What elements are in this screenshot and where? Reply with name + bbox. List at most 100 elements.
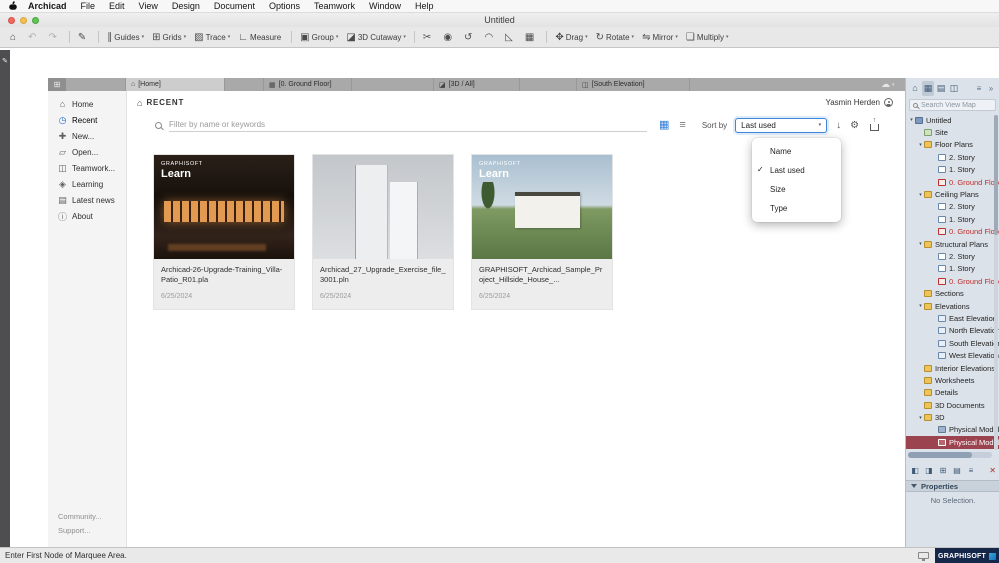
- toolbar-item[interactable]: [291, 31, 293, 43]
- expander-icon[interactable]: ▾: [917, 415, 924, 421]
- toolbar-item[interactable]: ↻ Rotate ▾: [592, 32, 638, 43]
- menu-item[interactable]: Design: [165, 0, 207, 13]
- view-map-item[interactable]: Sections: [906, 287, 999, 299]
- toolbar-item[interactable]: [546, 31, 548, 43]
- view-map-item[interactable]: Physical Model - F: [906, 436, 999, 449]
- menu-item[interactable]: Options: [262, 0, 307, 13]
- sort-direction-button[interactable]: ↓: [836, 120, 841, 131]
- navigator-action-icon[interactable]: ▤: [952, 463, 962, 478]
- view-map-search[interactable]: [909, 99, 996, 111]
- view-map-item[interactable]: ▾ Ceiling Plans: [906, 188, 999, 200]
- view-tab[interactable]: ⌂ [Home]: [125, 78, 225, 91]
- view-tab[interactable]: ◫ [South Elevation]: [576, 78, 690, 91]
- toolbar-item[interactable]: ◉: [439, 32, 460, 43]
- view-map-item[interactable]: Interior Elevations: [906, 362, 999, 374]
- expander-icon[interactable]: ▾: [908, 117, 915, 123]
- toolbar-item[interactable]: ▨ Trace ▾: [190, 32, 234, 43]
- view-tab[interactable]: ◪ [3D / All]: [433, 78, 520, 91]
- sort-menu-item[interactable]: Name: [752, 142, 841, 161]
- menu-item[interactable]: Document: [207, 0, 262, 13]
- navigator-action-icon[interactable]: ◧: [910, 463, 920, 478]
- grid-view-button[interactable]: ▦: [659, 120, 669, 131]
- menu-item[interactable]: Teamwork: [307, 0, 362, 13]
- toolbar-item[interactable]: ↶: [24, 32, 44, 43]
- expander-icon[interactable]: ▾: [917, 241, 924, 247]
- view-tab[interactable]: ▦ [0. Ground Floor]: [263, 78, 352, 91]
- sidebar-item[interactable]: ◷ Recent: [48, 112, 126, 128]
- toolbox-strip[interactable]: ✎: [0, 50, 10, 547]
- toolbar-item[interactable]: ❏ Multiply ▾: [682, 32, 733, 43]
- navigator-action-icon[interactable]: ≡: [966, 463, 976, 478]
- sort-menu-item[interactable]: Size: [752, 180, 841, 199]
- toolbar-item[interactable]: ↷: [44, 32, 64, 43]
- toolbar-item[interactable]: ∥ Guides ▾: [103, 32, 148, 43]
- toolbar-item[interactable]: ✥ Drag ▾: [551, 32, 591, 43]
- sidebar-item[interactable]: ⓘ About: [48, 208, 126, 224]
- sidebar-item[interactable]: ◫ Teamwork...: [48, 160, 126, 176]
- toolbar-item[interactable]: ⇋ Mirror ▾: [638, 32, 682, 43]
- sidebar-footer-link[interactable]: Community...: [58, 512, 102, 521]
- gear-icon[interactable]: ⚙: [850, 120, 859, 131]
- toolbar-item[interactable]: ∟ Measure: [234, 32, 287, 43]
- view-map-item[interactable]: 2. Story: [906, 151, 999, 163]
- filter-input[interactable]: [169, 118, 647, 132]
- navigator-action-icon[interactable]: ◨: [924, 463, 934, 478]
- view-map-item[interactable]: ▾ Untitled: [906, 114, 999, 126]
- view-map-item[interactable]: 0. Ground Floor: [906, 275, 999, 287]
- expander-icon[interactable]: ▾: [917, 303, 924, 309]
- sidebar-footer-link[interactable]: Support...: [58, 526, 102, 535]
- toolbar-item[interactable]: ◪ 3D Cutaway ▾: [342, 32, 410, 43]
- sort-menu-item[interactable]: ✓ Last used: [752, 161, 841, 180]
- view-map-item[interactable]: Details: [906, 387, 999, 399]
- display-icon[interactable]: [918, 552, 929, 561]
- toolbar-item[interactable]: [68, 31, 70, 43]
- view-map-item[interactable]: Site: [906, 126, 999, 138]
- view-map-item[interactable]: 3D Documents: [906, 399, 999, 411]
- export-icon[interactable]: [870, 117, 880, 131]
- sidebar-item[interactable]: ▤ Latest news: [48, 192, 126, 208]
- view-map-item[interactable]: Physical Model: [906, 424, 999, 436]
- user-account-button[interactable]: Yasmin Herden: [825, 98, 893, 107]
- menu-item[interactable]: Edit: [102, 0, 132, 13]
- view-map-item[interactable]: 0. Ground Floor: [906, 226, 999, 238]
- close-icon[interactable]: ✕: [989, 466, 996, 475]
- view-map-item[interactable]: East Elevation: [906, 312, 999, 324]
- sidebar-item[interactable]: ▱ Open...: [48, 144, 126, 160]
- view-map-item[interactable]: 1. Story: [906, 263, 999, 275]
- view-map-item[interactable]: Worksheets: [906, 374, 999, 386]
- list-view-button[interactable]: ≡: [679, 120, 685, 131]
- toolbar-item[interactable]: ⊞ Grids ▾: [148, 32, 190, 43]
- toolbar-item[interactable]: ◠: [480, 32, 501, 43]
- menu-item[interactable]: Archicad: [21, 0, 74, 13]
- sort-menu-item[interactable]: Type: [752, 199, 841, 218]
- navigator-options-icon[interactable]: ≡: [974, 81, 984, 96]
- teamwork-cloud-button[interactable]: ☁ ▾: [881, 78, 895, 91]
- sidebar-item[interactable]: ✚ New...: [48, 128, 126, 144]
- view-map-item[interactable]: West Elevation: [906, 349, 999, 361]
- toolbar-item[interactable]: ✂: [419, 32, 439, 43]
- toolbar-item[interactable]: [413, 31, 415, 43]
- navigator-options-icon[interactable]: »: [986, 81, 996, 96]
- toolbar-item[interactable]: ▣ Group ▾: [296, 32, 342, 43]
- project-card[interactable]: GRAPHISOFT Learn Archicad-26-Upgrade-Tra…: [153, 154, 295, 310]
- menu-item[interactable]: Help: [408, 0, 441, 13]
- sidebar-item[interactable]: ⌂ Home: [48, 96, 126, 112]
- view-map-item[interactable]: 2. Story: [906, 250, 999, 262]
- menu-item[interactable]: Window: [362, 0, 408, 13]
- horizontal-scrollbar[interactable]: [908, 452, 992, 458]
- toolbar-item[interactable]: ↺: [460, 32, 480, 43]
- menu-item[interactable]: File: [74, 0, 103, 13]
- expander-icon[interactable]: ▾: [917, 142, 924, 148]
- navigator-mode-icon[interactable]: ◫: [948, 81, 960, 96]
- navigator-action-icon[interactable]: ⊞: [938, 463, 948, 478]
- toolbar-item[interactable]: ✎: [74, 32, 94, 43]
- view-map-item[interactable]: 0. Ground Floor: [906, 176, 999, 188]
- view-map-item[interactable]: ▾ Elevations: [906, 300, 999, 312]
- view-map-item[interactable]: ▾ 3D: [906, 411, 999, 423]
- sort-dropdown[interactable]: Last used ▾: [735, 117, 828, 133]
- view-map-item[interactable]: North Elevation: [906, 325, 999, 337]
- menu-item[interactable]: View: [132, 0, 165, 13]
- view-map-item[interactable]: 2. Story: [906, 201, 999, 213]
- view-map-item[interactable]: 1. Story: [906, 164, 999, 176]
- navigator-mode-icon[interactable]: ▤: [935, 81, 947, 96]
